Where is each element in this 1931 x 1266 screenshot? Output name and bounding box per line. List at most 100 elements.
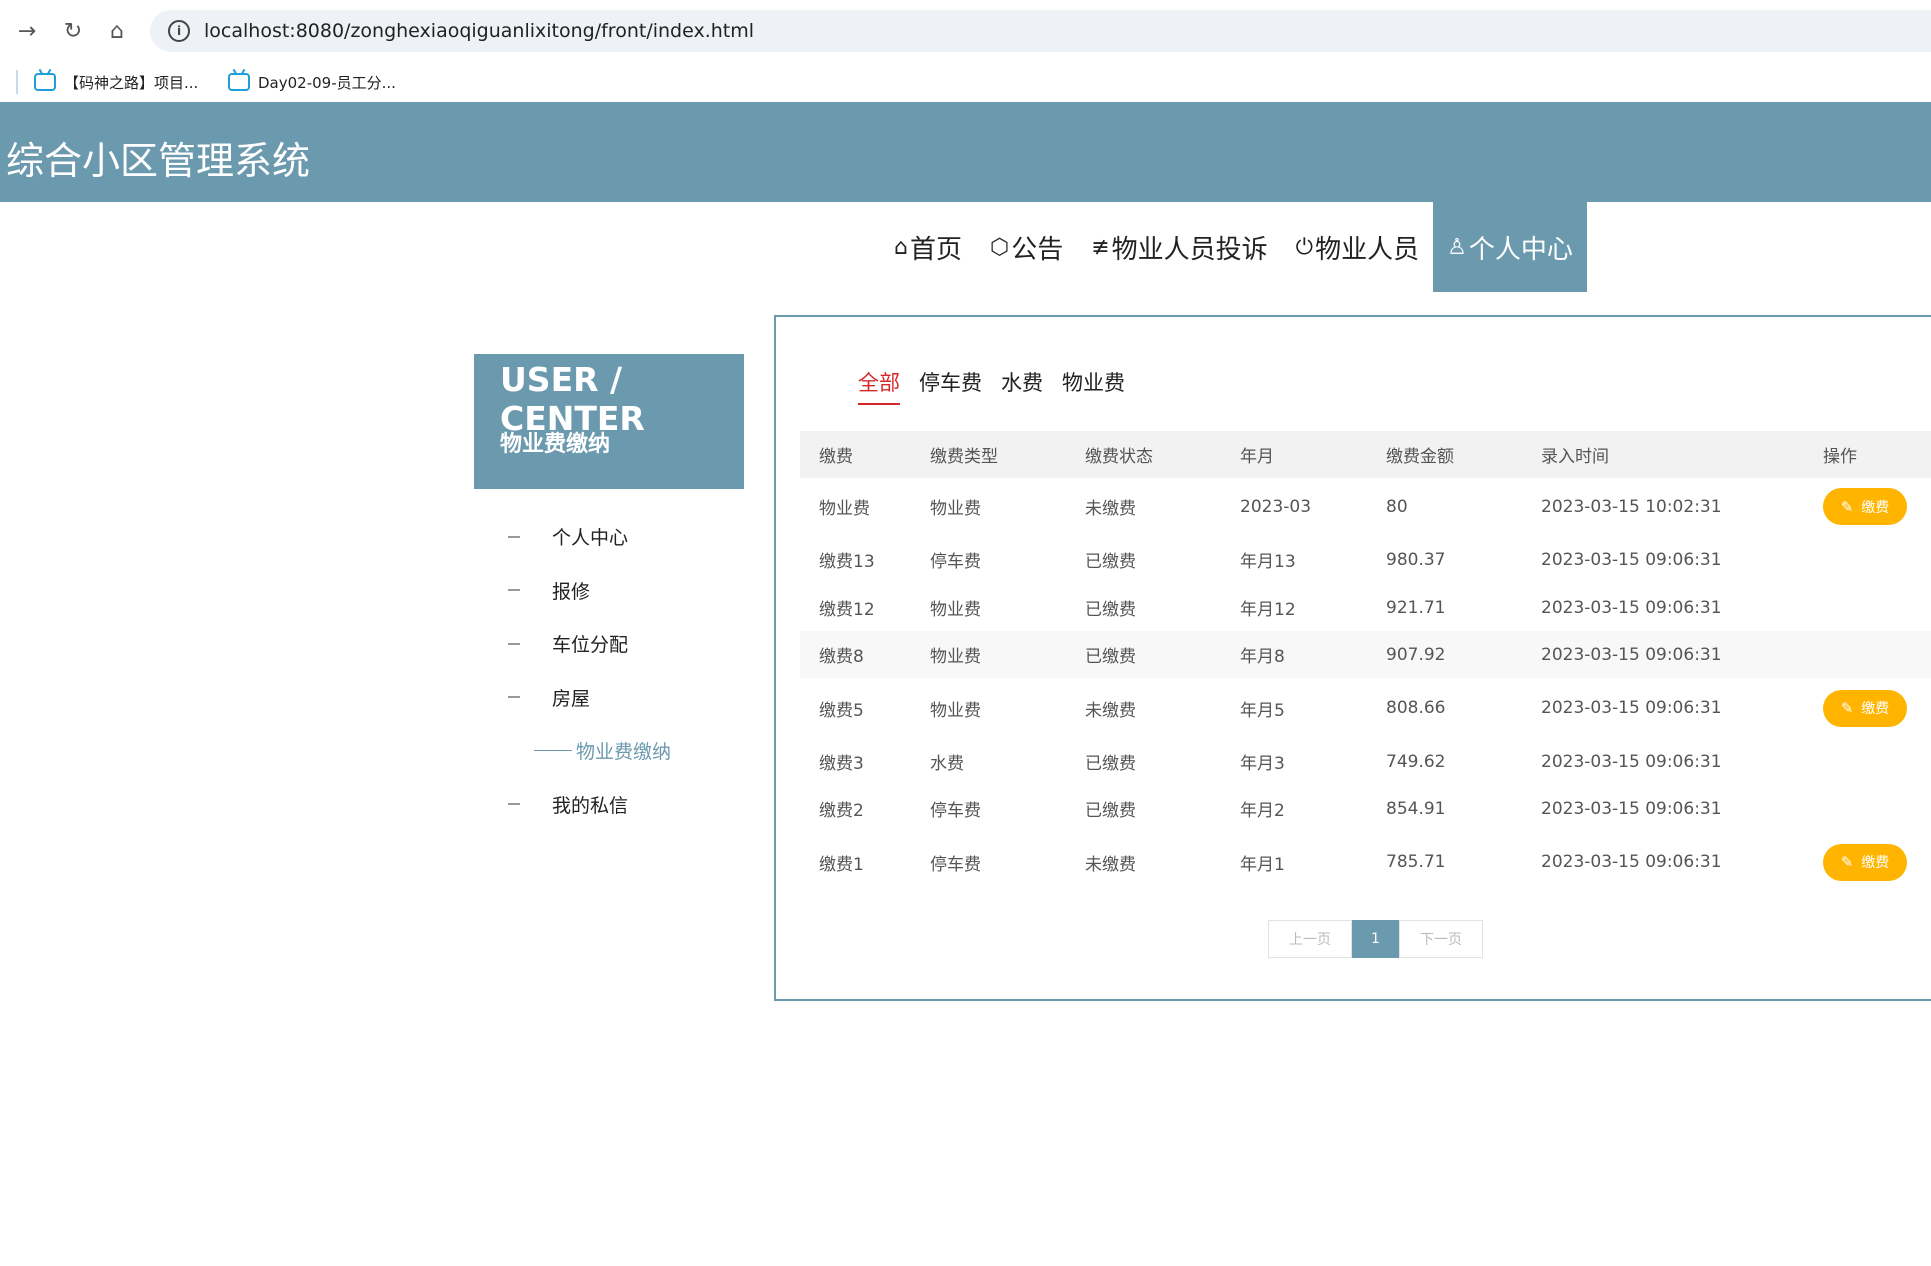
filter-tab-water[interactable]: 水费 <box>1001 367 1043 405</box>
pay-button[interactable]: ✎ 缴费 <box>1823 689 1907 727</box>
action-cell: ✎ 缴费 <box>1823 689 1931 727</box>
user-center-header: USER / CENTER 物业费缴纳 <box>474 354 744 489</box>
reload-icon[interactable]: ↻ <box>56 14 90 48</box>
table-cell: 物业费 <box>930 499 981 519</box>
column-header: 缴费 <box>819 447 853 467</box>
side-item-house[interactable]: 房屋 <box>474 671 744 725</box>
table-cell: 缴费1 <box>819 854 864 875</box>
column-header: 年月 <box>1240 447 1274 467</box>
side-item-label: 房屋 <box>552 687 591 710</box>
table-cell: 停车费 <box>930 801 981 821</box>
bilibili-icon <box>34 73 56 91</box>
side-item-parking[interactable]: 车位分配 <box>474 617 744 671</box>
prev-page-button[interactable]: 上一页 <box>1268 920 1352 958</box>
table-cell: 未缴费 <box>1085 854 1136 875</box>
table-row: 缴费8 物业费 已缴费 年月8 907.92 2023-03-15 09:06:… <box>800 631 1931 678</box>
table-cell: 未缴费 <box>1085 700 1136 721</box>
column-header: 缴费金额 <box>1386 447 1454 467</box>
table-cell: 物业费 <box>930 600 981 620</box>
table-cell: 缴费13 <box>819 552 875 572</box>
column-header: 录入时间 <box>1541 447 1609 467</box>
table-cell: 921.71 <box>1386 597 1446 618</box>
table-cell: 年月12 <box>1240 600 1296 620</box>
nav-label: 公告 <box>1011 234 1064 265</box>
current-page-button[interactable]: 1 <box>1352 920 1399 958</box>
table-cell: 停车费 <box>930 854 981 875</box>
pay-button[interactable]: ✎ 缴费 <box>1823 843 1907 881</box>
table-cell: 980.37 <box>1386 549 1446 570</box>
side-item-label: 报修 <box>552 580 591 603</box>
side-item-messages[interactable]: 我的私信 <box>474 778 744 832</box>
table-cell: 物业费 <box>930 700 981 721</box>
filter-tab-all[interactable]: 全部 <box>858 367 900 405</box>
table-cell: 808.66 <box>1386 698 1446 718</box>
table-cell: 年月13 <box>1240 552 1296 572</box>
table-cell: 缴费5 <box>819 700 864 721</box>
active-line-marker <box>534 750 572 752</box>
table-cell: 2023-03-15 10:02:31 <box>1541 496 1722 517</box>
nav-item-staff[interactable]: ⏻ 物业人员 <box>1282 202 1433 292</box>
bookmark-item[interactable]: 【码神之路】项目... <box>34 68 198 96</box>
pay-button-label: 缴费 <box>1861 499 1890 516</box>
bookmark-item[interactable]: Day02-09-员工分... <box>228 68 396 96</box>
back-arrow-icon[interactable]: → <box>10 14 44 48</box>
side-item-personal-center[interactable]: 个人中心 <box>474 510 744 564</box>
table-cell: 785.71 <box>1386 852 1446 872</box>
dash-marker <box>508 589 520 592</box>
nav-item-home[interactable]: ⌂ 首页 <box>880 202 976 292</box>
filter-tab-parking[interactable]: 停车费 <box>919 367 982 405</box>
address-bar[interactable]: i localhost:8080/zonghexiaoqiguanlixiton… <box>150 10 1931 52</box>
next-page-button[interactable]: 下一页 <box>1399 920 1483 958</box>
pencil-icon: ✎ <box>1840 497 1854 516</box>
nav-label: 物业人员 <box>1315 234 1420 265</box>
site-info-icon[interactable]: i <box>168 20 190 42</box>
table-row: 缴费3 水费 已缴费 年月3 749.62 2023-03-15 09:06:3… <box>800 738 1931 785</box>
table-cell: 2023-03 <box>1240 496 1312 517</box>
table-row: 物业费 物业费 未缴费 2023-03 80 2023-03-15 10:02:… <box>800 478 1931 535</box>
power-icon: ⏻ <box>1295 234 1314 260</box>
table-cell: 停车费 <box>930 552 981 572</box>
bilibili-icon <box>228 73 250 91</box>
pay-button-label: 缴费 <box>1861 701 1890 717</box>
filter-tabs: 全部 停车费 水费 物业费 <box>858 367 1144 405</box>
pencil-icon: ✎ <box>1840 699 1854 717</box>
table-cell: 未缴费 <box>1085 499 1136 519</box>
table-cell: 水费 <box>930 754 964 774</box>
column-header: 缴费状态 <box>1085 447 1153 467</box>
side-item-property-fee[interactable]: 物业费缴纳 <box>474 724 744 778</box>
sliders-icon: ≢ <box>1091 234 1110 260</box>
table-cell: 80 <box>1386 496 1408 517</box>
table-cell: 物业费 <box>819 499 870 519</box>
site-header: 综合小区管理系统 <box>0 102 1931 202</box>
nav-label: 首页 <box>909 234 962 265</box>
address-url: localhost:8080/zonghexiaoqiguanlixitong/… <box>204 20 755 42</box>
pay-button[interactable]: ✎ 缴费 <box>1823 488 1907 525</box>
dash-marker <box>508 803 520 806</box>
pay-button-label: 缴费 <box>1861 855 1890 871</box>
bookmarks-bar: 【码神之路】项目... Day02-09-员工分... <box>0 62 1931 102</box>
dash-marker <box>508 535 520 538</box>
table-cell: 2023-03-15 09:06:31 <box>1541 597 1722 618</box>
table-cell: 749.62 <box>1386 751 1446 772</box>
user-icon: ♙ <box>1447 234 1467 260</box>
side-menu: 个人中心 报修 车位分配 房屋 物业费缴纳 我的私信 <box>474 510 744 831</box>
table-cell: 年月1 <box>1240 854 1285 875</box>
main-nav: ⌂ 首页 ⬡ 公告 ≢ 物业人员投诉 ⏻ 物业人员 ♙ 个人中心 <box>880 202 1587 292</box>
table-cell: 907.92 <box>1386 644 1446 665</box>
side-item-label: 个人中心 <box>552 527 629 550</box>
table-cell: 854.91 <box>1386 798 1446 819</box>
nav-item-complaints[interactable]: ≢ 物业人员投诉 <box>1077 202 1281 292</box>
table-cell: 物业费 <box>930 647 981 667</box>
column-header: 操作 <box>1823 447 1857 467</box>
table-row: 缴费12 物业费 已缴费 年月12 921.71 2023-03-15 09:0… <box>800 584 1931 631</box>
dash-marker <box>508 642 520 645</box>
side-item-label: 物业费缴纳 <box>576 741 672 764</box>
filter-tab-property[interactable]: 物业费 <box>1062 367 1125 405</box>
nav-item-user-center[interactable]: ♙ 个人中心 <box>1433 202 1587 292</box>
table-row: 缴费2 停车费 已缴费 年月2 854.91 2023-03-15 09:06:… <box>800 785 1931 832</box>
side-item-repair[interactable]: 报修 <box>474 564 744 618</box>
table-cell: 已缴费 <box>1085 600 1136 620</box>
home-icon[interactable]: ⌂ <box>100 14 134 48</box>
table-cell: 2023-03-15 09:06:31 <box>1541 549 1722 570</box>
nav-item-announcements[interactable]: ⬡ 公告 <box>976 202 1077 292</box>
